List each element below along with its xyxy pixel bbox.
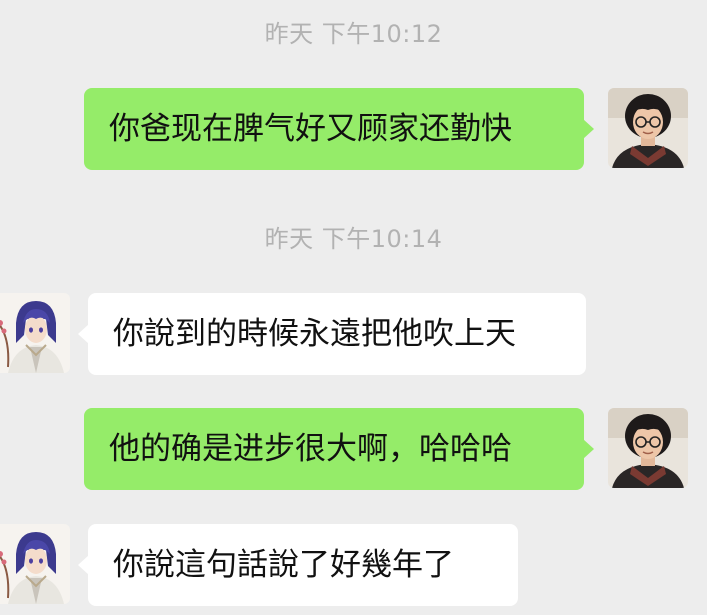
contact-avatar-icon[interactable] [0, 524, 70, 604]
message-bubble-incoming[interactable]: 你說這句話說了好幾年了 [78, 524, 518, 606]
timestamp-1: 昨天 下午10:12 [264, 20, 443, 48]
message-bubble-incoming[interactable]: 你說到的時候永遠把他吹上天 [78, 293, 586, 375]
message-bubble-outgoing[interactable]: 他的确是进步很大啊，哈哈哈 [84, 408, 594, 490]
timestamp-2: 昨天 下午10:14 [264, 225, 443, 253]
my-avatar-icon[interactable] [608, 88, 688, 168]
message-bubble-outgoing[interactable]: 你爸现在脾气好又顾家还勤快 [84, 88, 594, 170]
contact-avatar-icon[interactable] [0, 293, 70, 373]
my-avatar-icon[interactable] [608, 408, 688, 488]
